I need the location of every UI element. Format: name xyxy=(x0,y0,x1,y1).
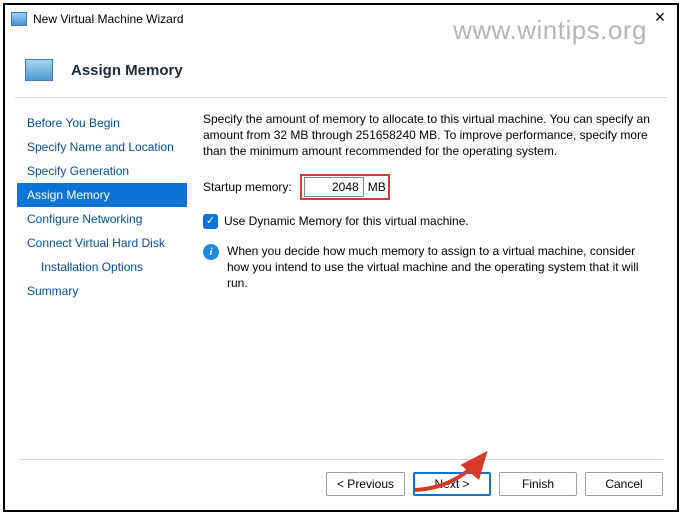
wizard-header: Assign Memory xyxy=(19,47,663,93)
wizard-icon xyxy=(25,59,53,81)
window-title: New Virtual Machine Wizard xyxy=(33,12,184,26)
main-panel: Specify the amount of memory to allocate… xyxy=(187,105,665,450)
wizard-steps: Before You Begin Specify Name and Locati… xyxy=(17,105,187,450)
info-row: i When you decide how much memory to ass… xyxy=(203,243,657,292)
app-icon xyxy=(11,12,27,26)
cancel-button[interactable]: Cancel xyxy=(585,472,663,496)
step-before-you-begin[interactable]: Before You Begin xyxy=(17,111,187,135)
startup-memory-label: Startup memory: xyxy=(203,180,292,194)
startup-memory-unit: MB xyxy=(368,180,386,194)
step-summary[interactable]: Summary xyxy=(17,279,187,303)
dynamic-memory-checkbox[interactable]: ✓ xyxy=(203,214,218,229)
finish-button[interactable]: Finish xyxy=(499,472,577,496)
next-button[interactable]: Next > xyxy=(413,472,491,496)
step-configure-networking[interactable]: Configure Networking xyxy=(17,207,187,231)
description-text: Specify the amount of memory to allocate… xyxy=(203,111,657,160)
previous-button[interactable]: < Previous xyxy=(326,472,405,496)
dynamic-memory-row: ✓ Use Dynamic Memory for this virtual ma… xyxy=(203,214,657,229)
header-divider xyxy=(15,97,667,98)
step-specify-name-location[interactable]: Specify Name and Location xyxy=(17,135,187,159)
startup-memory-highlight: MB xyxy=(300,174,390,200)
page-title: Assign Memory xyxy=(71,62,183,79)
info-icon: i xyxy=(203,244,219,260)
step-specify-generation[interactable]: Specify Generation xyxy=(17,159,187,183)
step-connect-virtual-hard-disk[interactable]: Connect Virtual Hard Disk xyxy=(17,231,187,255)
close-icon[interactable]: × xyxy=(649,8,671,28)
step-assign-memory[interactable]: Assign Memory xyxy=(17,183,187,207)
startup-memory-input[interactable] xyxy=(304,177,364,197)
dynamic-memory-label: Use Dynamic Memory for this virtual mach… xyxy=(224,214,469,228)
startup-memory-row: Startup memory: MB xyxy=(203,174,657,200)
button-bar: < Previous Next > Finish Cancel xyxy=(19,459,663,496)
step-installation-options[interactable]: Installation Options xyxy=(17,255,187,279)
info-text: When you decide how much memory to assig… xyxy=(227,243,657,292)
titlebar: New Virtual Machine Wizard xyxy=(5,5,677,33)
